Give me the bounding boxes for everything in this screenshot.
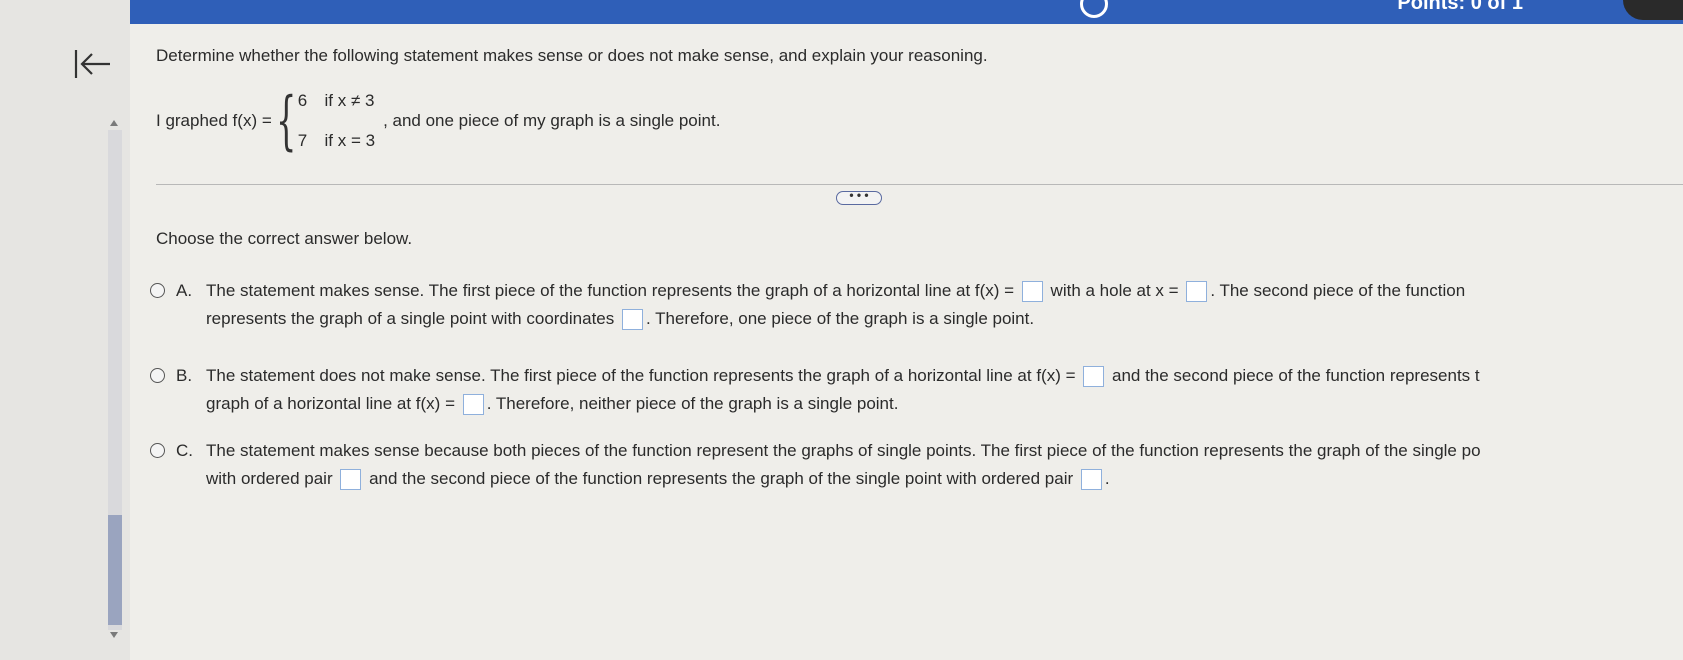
instruction: Choose the correct answer below. (156, 229, 413, 248)
option-line-text: and the second piece of the function rep… (364, 469, 1078, 488)
option-line-text: . Therefore, one piece of the graph is a… (645, 309, 1035, 328)
radio-button[interactable] (150, 443, 165, 458)
case-row: 6 if x ≠ 3 (298, 91, 375, 111)
collapse-left-icon[interactable] (72, 46, 114, 82)
scroll-thumb[interactable] (108, 515, 122, 625)
points-label: Points: 0 of 1 (1397, 0, 1523, 14)
question-prompt: Determine whether the following statemen… (156, 46, 988, 65)
left-panel (0, 0, 130, 660)
radio-button[interactable] (150, 368, 165, 383)
statement-suffix: , and one piece of my graph is a single … (383, 111, 721, 130)
answer-input-box[interactable] (340, 469, 362, 491)
radio-button[interactable] (150, 283, 165, 298)
statement-prefix: I graphed f(x) = (156, 111, 272, 130)
scrollbar[interactable] (104, 120, 128, 640)
answer-input-box[interactable] (1080, 469, 1102, 491)
option-line-text: The statement makes sense because both p… (206, 441, 1481, 460)
answer-input-box[interactable] (1083, 366, 1105, 388)
case-value: 7 (297, 131, 308, 150)
option-text: The statement does not make sense. The f… (206, 364, 1676, 416)
case-condition: if x = 3 (324, 131, 376, 150)
option-line-text: with ordered pair (206, 469, 338, 488)
option-line-text: The statement does not make sense. The f… (206, 366, 1081, 385)
case-condition: if x ≠ 3 (324, 91, 375, 110)
option-letter: C. (176, 441, 193, 460)
option-text: The statement makes sense. The first pie… (206, 279, 1676, 331)
option-line: The statement makes sense because both p… (206, 439, 1676, 463)
option-c[interactable]: C. The statement makes sense because bot… (150, 439, 1680, 499)
option-line: graph of a horizontal line at f(x) = . T… (206, 392, 1676, 416)
option-line-text: The statement makes sense. The first pie… (206, 281, 1019, 300)
option-text: The statement makes sense because both p… (206, 439, 1676, 491)
option-line-text: and the second piece of the function rep… (1107, 366, 1480, 385)
divider (156, 184, 1683, 185)
option-line: represents the graph of a single point w… (206, 307, 1676, 331)
option-line-text: represents the graph of a single point w… (206, 309, 619, 328)
more-button[interactable]: • • • (836, 189, 882, 205)
answer-input-box[interactable] (462, 394, 484, 416)
option-letter: B. (176, 366, 193, 385)
status-circle-icon (1080, 0, 1108, 18)
option-line: with ordered pair and the second piece o… (206, 467, 1676, 491)
question-panel: Determine whether the following statemen… (130, 24, 1683, 660)
option-line-text: . The second piece of the function (1210, 281, 1466, 300)
option-line-text: graph of a horizontal line at f(x) = (206, 394, 460, 413)
top-bar: Points: 0 of 1 (130, 0, 1683, 24)
option-line: The statement does not make sense. The f… (206, 364, 1676, 388)
option-line-text: . (1104, 469, 1110, 488)
answer-input-box[interactable] (1021, 281, 1043, 303)
scroll-up-icon[interactable] (110, 120, 118, 126)
option-line-text: with a hole at x = (1045, 281, 1184, 300)
piecewise-brace: { (275, 84, 297, 158)
case-value: 6 (297, 91, 308, 110)
top-right-button[interactable] (1623, 0, 1683, 20)
option-line: The statement makes sense. The first pie… (206, 279, 1676, 303)
option-letter: A. (176, 281, 193, 300)
answer-input-box[interactable] (621, 309, 643, 331)
scroll-down-icon[interactable] (110, 632, 118, 638)
option-b[interactable]: B. The statement does not make sense. Th… (150, 364, 1680, 424)
case-row: 7 if x = 3 (298, 131, 375, 151)
statement: I graphed f(x) = { 6 if x ≠ 3 7 if x = 3… (156, 86, 720, 156)
answer-input-box[interactable] (1186, 281, 1208, 303)
piecewise-cases: 6 if x ≠ 3 7 if x = 3 (298, 91, 375, 151)
option-line-text: . Therefore, neither piece of the graph … (486, 394, 899, 413)
option-a[interactable]: A. The statement makes sense. The first … (150, 279, 1680, 339)
